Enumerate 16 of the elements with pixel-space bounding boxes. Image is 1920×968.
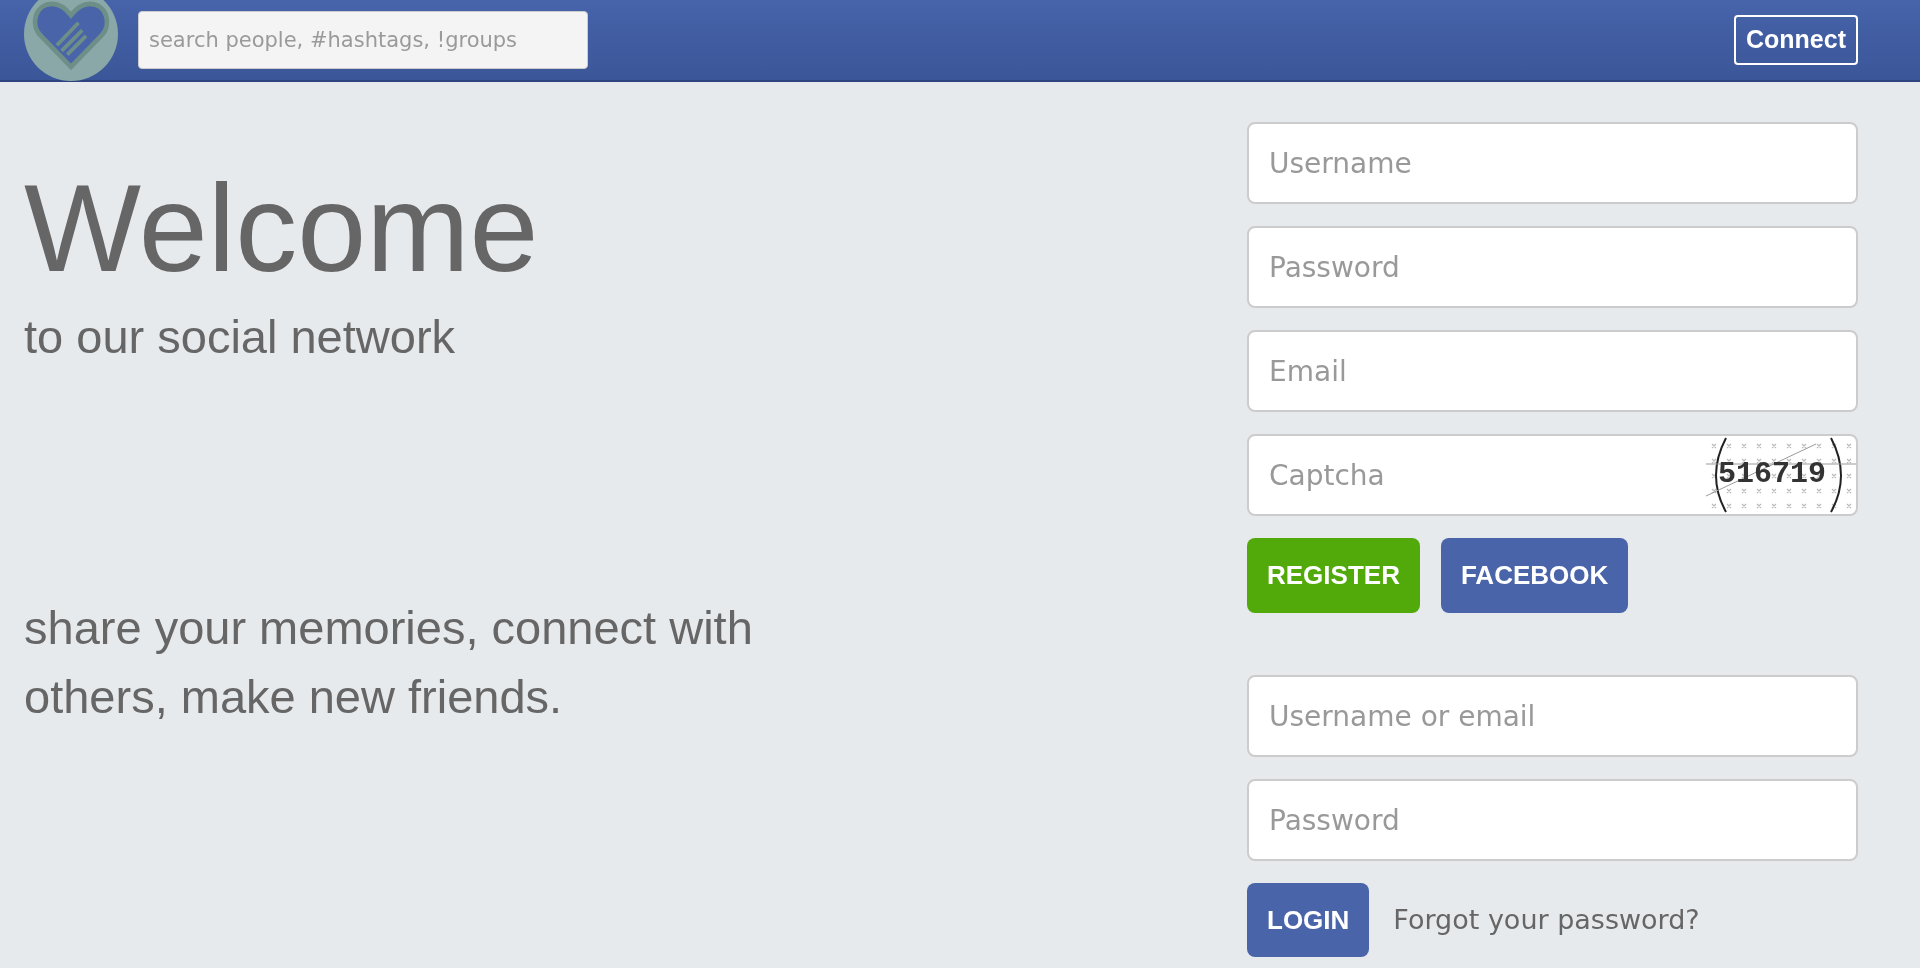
input-field[interactable]: Username or email — [1247, 675, 1858, 757]
login-button[interactable]: LOGIN — [1247, 883, 1370, 957]
logo-icon[interactable] — [24, 0, 118, 81]
connect-button[interactable]: Connect — [1734, 15, 1858, 65]
register-button[interactable]: REGISTER — [1247, 538, 1420, 613]
tagline: share your memories, connect with others, make new friends. — [24, 599, 754, 725]
input-field[interactable]: Password — [1247, 226, 1858, 308]
input-field[interactable]: Email — [1247, 330, 1858, 412]
welcome-heading: Welcome — [24, 160, 540, 297]
captcha-image: 516719 — [1706, 436, 1856, 514]
input-field[interactable]: Username — [1247, 122, 1858, 204]
subtitle: to our social network — [24, 309, 457, 366]
search-field[interactable]: search people, #hashtags, !groups — [138, 11, 588, 69]
forgot-password-link[interactable]: Forgot your password? — [1393, 899, 1700, 941]
facebook-button[interactable]: FACEBOOK — [1440, 538, 1629, 613]
input-field[interactable]: Password — [1247, 779, 1858, 861]
